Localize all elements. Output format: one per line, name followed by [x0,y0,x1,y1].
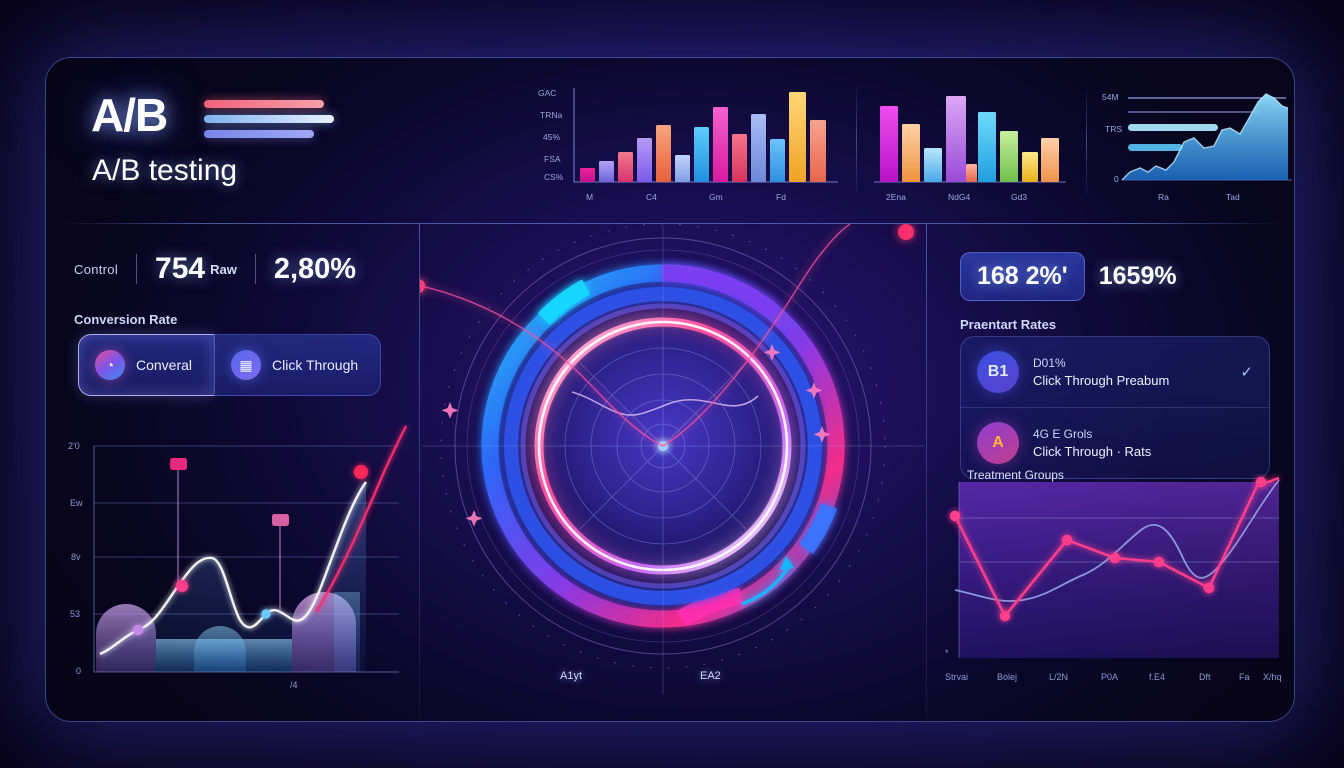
treatment-list: B1 D01% Click Through Preabum ✓ A 4G E G… [960,336,1270,479]
primary-metric-pill[interactable]: 168 2%' [960,252,1085,301]
svg-text:Gm: Gm [709,192,723,202]
header-bar-chart-2: 2Ena NdG4 Gd3 [866,76,1081,216]
dashboard-root: A/B A/B testing GAC TRNa 45% FSA CS% M C… [0,0,1344,768]
svg-text:*: * [945,648,949,658]
header-bar-chart-1: GAC TRNa 45% FSA CS% M C4 Gm Fd [526,76,846,216]
svg-text:53: 53 [70,609,80,619]
raw-count-unit: Raw [210,261,237,277]
list-item-label: Click Through Preabum [1033,373,1170,388]
svg-text:8v: 8v [71,552,81,562]
svg-text:Strvai: Strvai [945,672,968,682]
tab-converal-label: Converal [136,357,193,373]
raw-count-value: 754 [155,252,206,285]
svg-text:Ra: Ra [1158,192,1169,202]
clock-icon: ◔ [95,350,125,380]
header: A/B A/B testing GAC TRNa 45% FSA CS% M C… [46,58,1294,223]
svg-text:L/2N: L/2N [1049,672,1068,682]
svg-text:P0A: P0A [1101,672,1118,682]
treatment-groups-title: Treatment Groups [967,468,1064,482]
left-combo-chart: 2'0 Ew 8v 53 0 /4 [54,424,419,712]
svg-text:NdG4: NdG4 [948,192,970,202]
conversion-percent-value: 2,80% [273,252,357,285]
svg-text:FSA: FSA [544,154,561,164]
secondary-metric-value: 1659% [1098,262,1177,290]
conversion-rate-label: Conversion Rate [74,312,178,327]
list-item-texts: 4G E Grols Click Through · Rats [1033,427,1151,459]
logo-bar-2 [204,115,334,123]
page-title: A/B testing [92,154,238,187]
svg-text:TRS: TRS [1105,124,1122,134]
svg-text:TRNa: TRNa [540,110,562,120]
stat-divider-2 [254,254,256,284]
treatment-groups-chart: * Strvai Bolej L/2N P0A f.E4 Dft Fa X/hq [927,474,1294,714]
center-radial-visualization: A1yt EA2 [420,224,927,721]
svg-text:Tad: Tad [1226,192,1240,202]
svg-text:2'0: 2'0 [68,441,80,451]
svg-text:Bolej: Bolej [997,672,1017,682]
logo-bar-3 [204,130,314,138]
svg-text:0: 0 [76,666,81,676]
header-area-chart: 54M TRS 0 Ra Tad [1096,76,1294,216]
bar-chart-icon: ▦ [231,350,262,380]
tab-click-through-label: Click Through [272,357,359,373]
dashboard-card: A/B A/B testing GAC TRNa 45% FSA CS% M C… [45,57,1295,722]
treatment-rates-label: Praentart Rates [960,317,1057,332]
tab-click-through[interactable]: ▦ Click Through [214,334,382,396]
svg-text:54M: 54M [1102,92,1119,102]
svg-text:GAC: GAC [538,88,556,98]
svg-text:C4: C4 [646,192,657,202]
svg-text:Ew: Ew [70,498,83,508]
svg-text:X/hq: X/hq [1263,672,1282,682]
list-item-value: D01% [1033,356,1066,370]
check-icon: ✓ [1240,364,1253,381]
svg-text:Fa: Fa [1239,672,1250,682]
svg-text:2Ena: 2Ena [886,192,906,202]
badge-b1-icon: B1 [977,351,1019,393]
left-panel: Control 754 Raw 2,80% Conversion Rate ◔ … [46,224,419,721]
svg-text:Gd3: Gd3 [1011,192,1027,202]
svg-text:45%: 45% [543,132,560,142]
metric-toggle-group: ◔ Converal ▦ Click Through [78,334,382,396]
logo-bar-1 [204,100,324,108]
list-item-value: 4G E Grols [1033,427,1093,441]
svg-text:0: 0 [1114,174,1119,184]
treatment-stats-row: 168 2%' 1659% [960,252,1177,301]
list-item[interactable]: B1 D01% Click Through Preabum ✓ [961,337,1269,407]
list-item-texts: D01% Click Through Preabum [1033,356,1169,388]
list-item-label: Click Through · Rats [1033,444,1152,459]
stat-divider-1 [136,254,138,284]
control-label: Control [74,261,119,277]
svg-text:CS%: CS% [544,172,564,182]
badge-a-icon: A [977,422,1019,464]
center-label-right: EA2 [700,670,721,682]
control-stats-row: Control 754 Raw 2,80% [74,252,356,286]
svg-text:/4: /4 [290,680,298,690]
logo-bars-decoration [204,100,334,145]
svg-text:f.E4: f.E4 [1149,672,1165,682]
header-chart-separator-1 [856,82,857,200]
header-chart-separator-2 [1086,82,1087,200]
svg-text:Dft: Dft [1199,672,1211,682]
center-label-left: A1yt [560,670,583,682]
app-logo: A/B [91,89,168,141]
tab-converal[interactable]: ◔ Converal [78,334,216,396]
svg-text:M: M [586,192,593,202]
svg-text:Fd: Fd [776,192,786,202]
right-panel: 168 2%' 1659% Praentart Rates B1 D01% Cl… [927,224,1294,721]
